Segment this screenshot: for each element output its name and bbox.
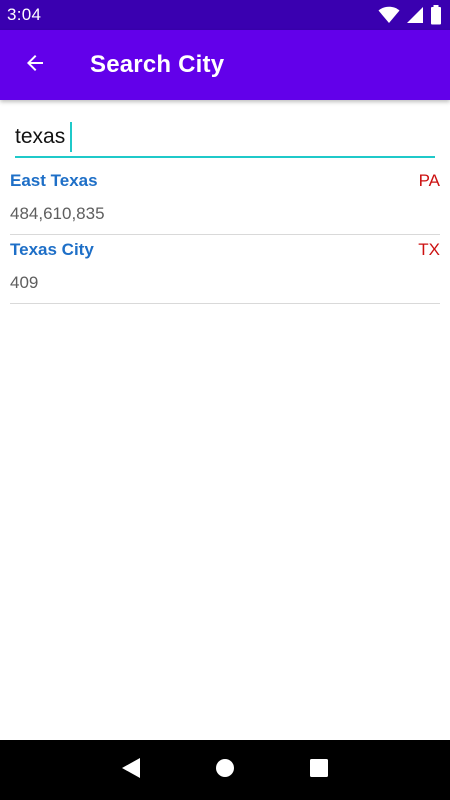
search-input[interactable] bbox=[15, 118, 435, 158]
nav-home-icon bbox=[215, 758, 235, 783]
arrow-back-icon bbox=[23, 51, 47, 80]
nav-home-button[interactable] bbox=[205, 750, 245, 790]
nav-back-icon bbox=[121, 757, 141, 784]
list-item[interactable]: East Texas PA 484,610,835 bbox=[10, 166, 440, 235]
state-code: TX bbox=[418, 240, 440, 259]
status-bar: 3:04 bbox=[0, 0, 450, 30]
app-bar: Search City bbox=[0, 30, 450, 100]
nav-recents-icon bbox=[309, 758, 329, 783]
navigation-bar bbox=[0, 740, 450, 800]
population: 484,610,835 bbox=[10, 204, 105, 223]
nav-recents-button[interactable] bbox=[299, 750, 339, 790]
list-item[interactable]: Texas City TX 409 bbox=[10, 235, 440, 304]
status-time: 3:04 bbox=[7, 5, 42, 24]
results-list: East Texas PA 484,610,835 Texas City TX … bbox=[10, 166, 440, 304]
population: 409 bbox=[10, 273, 39, 292]
text-cursor bbox=[70, 122, 72, 152]
screen: 3:04 Search City texas East Texas PA 484… bbox=[0, 0, 450, 800]
search-field bbox=[15, 118, 435, 158]
cell-signal-icon bbox=[406, 6, 424, 24]
battery-icon bbox=[430, 5, 442, 25]
city-name: Texas City bbox=[10, 240, 94, 259]
city-name: East Texas bbox=[10, 171, 98, 190]
page-title: Search City bbox=[90, 51, 225, 78]
status-icons bbox=[378, 5, 442, 25]
wifi-icon bbox=[378, 6, 400, 24]
nav-back-button[interactable] bbox=[111, 750, 151, 790]
state-code: PA bbox=[418, 171, 440, 190]
back-button[interactable] bbox=[0, 30, 70, 100]
